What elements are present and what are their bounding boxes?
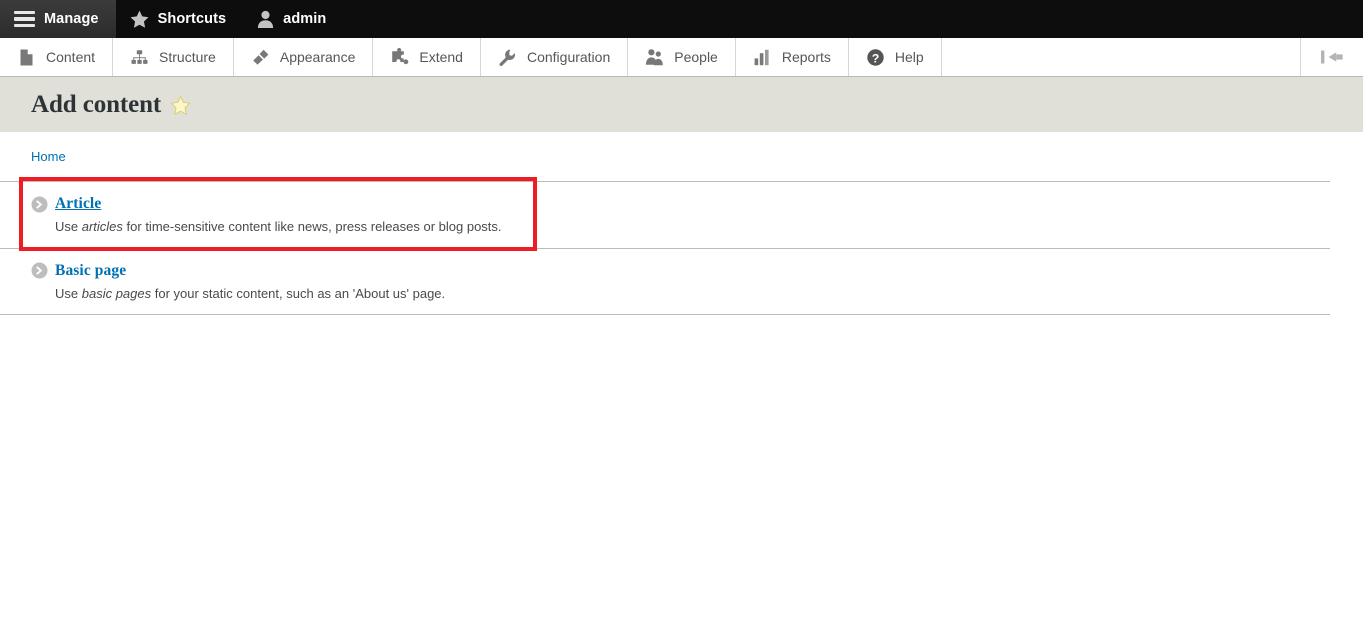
admin-tab-manage-label: Manage [44, 11, 99, 27]
question-mark-icon: ? [866, 48, 885, 67]
admin-tab-shortcuts-label: Shortcuts [157, 11, 227, 27]
paintbrush-icon [251, 48, 270, 67]
main-content-region: Home Article Use articles for time-sensi… [0, 132, 1363, 316]
star-outline-icon[interactable] [170, 94, 191, 115]
bullet-arrow-icon [31, 196, 48, 213]
menu-item-help[interactable]: ? Help [849, 38, 942, 76]
bullet-arrow-icon [31, 262, 48, 279]
toolbar-orientation-toggle[interactable] [1301, 38, 1363, 76]
svg-text:?: ? [872, 51, 880, 65]
menu-item-help-label: Help [894, 49, 924, 65]
desc-prefix: Use [55, 219, 82, 234]
menu-item-appearance-label: Appearance [279, 49, 356, 65]
people-icon [645, 48, 664, 67]
admin-tab-manage[interactable]: Manage [0, 0, 116, 38]
page-title-band: Add content [0, 77, 1363, 132]
menu-item-structure-label: Structure [159, 49, 216, 65]
admin-tab-user[interactable]: admin [243, 0, 343, 38]
hamburger-icon [14, 11, 35, 27]
admin-toolbar: Manage Shortcuts admin [0, 0, 1363, 38]
content-type-link-basic-page[interactable]: Basic page [55, 262, 126, 280]
list-item: Article Use articles for time-sensitive … [0, 181, 1330, 248]
content-type-basic-page-head: Basic page [31, 262, 1330, 280]
menu-bar-spacer [942, 38, 1301, 76]
admin-tab-user-label: admin [283, 11, 327, 27]
page-title: Add content [31, 91, 191, 119]
person-icon [257, 10, 274, 28]
menu-item-reports[interactable]: Reports [736, 38, 849, 76]
content-type-article-head: Article [31, 195, 1330, 213]
breadcrumb-item-home[interactable]: Home [31, 149, 66, 164]
admin-tab-shortcuts[interactable]: Shortcuts [116, 0, 244, 38]
menu-item-appearance[interactable]: Appearance [234, 38, 374, 76]
menu-item-people[interactable]: People [628, 38, 736, 76]
vertical-orientation-icon [1319, 48, 1345, 66]
desc-suffix: for time-sensitive content like news, pr… [122, 219, 502, 234]
menu-item-configuration[interactable]: Configuration [481, 38, 629, 76]
bar-chart-icon [753, 48, 772, 67]
content-type-list: Article Use articles for time-sensitive … [0, 181, 1330, 316]
star-icon [130, 10, 149, 28]
menu-item-structure[interactable]: Structure [113, 38, 234, 76]
menu-item-people-label: People [674, 49, 718, 65]
admin-menu-bar: Content Structure Appearance Extend Conf… [0, 38, 1363, 77]
document-icon [17, 48, 36, 67]
content-type-description-article: Use articles for time-sensitive content … [31, 218, 1330, 236]
content-type-link-article[interactable]: Article [55, 195, 101, 213]
sitemap-icon [130, 48, 149, 67]
page-title-text: Add content [31, 90, 162, 118]
menu-item-configuration-label: Configuration [526, 49, 611, 65]
list-item: Basic page Use basic pages for your stat… [0, 247, 1330, 316]
wrench-icon [498, 48, 517, 67]
menu-item-content-label: Content [46, 49, 96, 65]
breadcrumb: Home [0, 149, 1363, 169]
desc-prefix: Use [55, 285, 82, 301]
menu-item-reports-label: Reports [781, 49, 831, 65]
desc-emphasis: articles [81, 219, 123, 234]
puzzle-piece-icon [390, 47, 409, 67]
desc-suffix: for your static content, such as an 'Abo… [151, 285, 446, 301]
desc-emphasis: basic pages [81, 285, 152, 301]
content-type-description-basic-page: Use basic pages for your static content,… [31, 285, 1330, 303]
menu-item-extend[interactable]: Extend [373, 38, 481, 76]
menu-item-extend-label: Extend [419, 49, 463, 65]
menu-item-content[interactable]: Content [0, 38, 114, 76]
